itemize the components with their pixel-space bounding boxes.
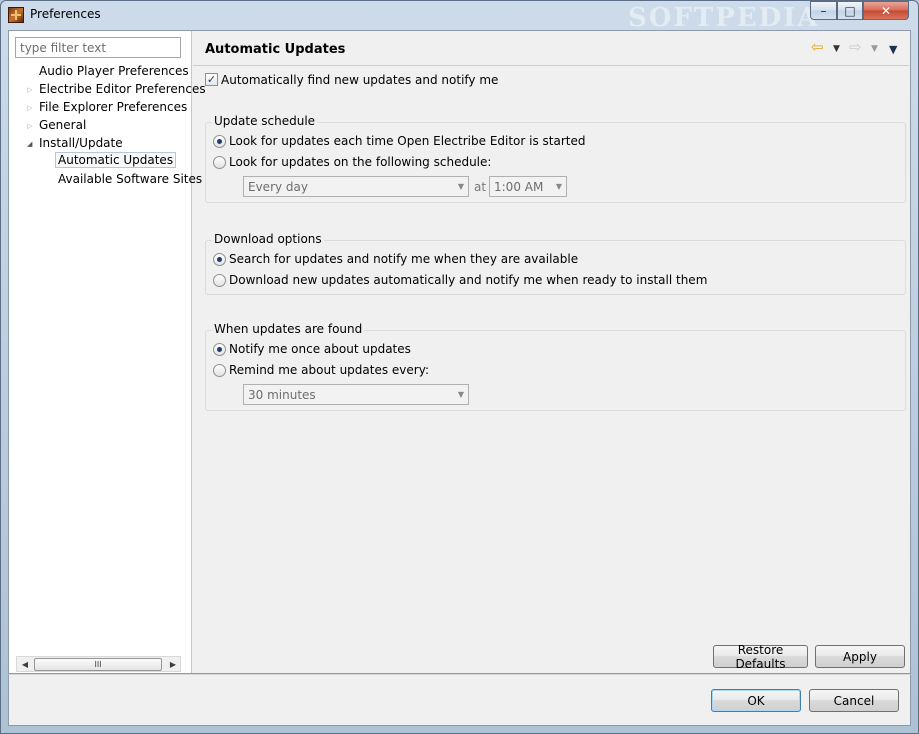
tree-item-electribe-editor[interactable]: Electribe Editor Preferences — [39, 82, 206, 96]
auto-find-checkbox[interactable]: ✓ — [205, 73, 218, 86]
update-schedule-title: Update schedule — [212, 114, 318, 128]
radio-selected-dot — [217, 347, 222, 352]
tree-item-audio-player[interactable]: Audio Player Preferences — [39, 64, 189, 78]
radio-notify-once[interactable] — [213, 343, 226, 356]
tree-item-label: File Explorer Preferences — [39, 100, 188, 114]
close-icon: ✕ — [880, 3, 892, 18]
watermark-logo: SOFTPEDIA — [628, 3, 820, 33]
title-bar[interactable]: Preferences SOFTPEDIA – □ ✕ — [0, 0, 919, 33]
minimize-button[interactable]: – — [810, 1, 837, 20]
tree-item-label: Automatic Updates — [58, 153, 174, 167]
radio-search-notify[interactable] — [213, 253, 226, 266]
remind-every-label[interactable]: Remind me about updates every: — [229, 363, 429, 377]
tree-item-label: Install/Update — [39, 136, 123, 150]
tree-item-label: Available Software Sites — [58, 172, 203, 186]
search-notify-label[interactable]: Search for updates and notify me when th… — [229, 252, 578, 266]
apply-button[interactable]: Apply — [815, 645, 905, 668]
tree-item-general[interactable]: General — [39, 118, 86, 132]
radio-on-startup[interactable] — [213, 135, 226, 148]
download-options-title: Download options — [212, 232, 324, 246]
maximize-icon: □ — [844, 3, 856, 18]
forward-arrow-icon[interactable]: ⇨ — [849, 40, 862, 55]
combo-value: Every day — [248, 179, 308, 194]
radio-on-schedule[interactable] — [213, 156, 226, 169]
filter-input[interactable] — [15, 37, 181, 58]
view-menu-icon[interactable]: ▼ — [889, 43, 897, 56]
tree-item-install-update[interactable]: Install/Update — [39, 136, 123, 150]
maximize-button[interactable]: □ — [837, 1, 863, 20]
tree-item-automatic-updates[interactable]: Automatic Updates — [55, 152, 177, 168]
back-history-dropdown-icon[interactable]: ▼ — [833, 44, 840, 54]
header-divider — [193, 65, 909, 66]
dropdown-arrow-icon: ▼ — [555, 182, 562, 191]
schedule-time-combo[interactable]: 1:00 AM ▼ — [489, 176, 567, 197]
scroll-left-icon[interactable]: ◀ — [18, 658, 32, 671]
ok-button[interactable]: OK — [711, 689, 801, 712]
restore-defaults-button[interactable]: Restore Defaults — [713, 643, 808, 671]
app-icon — [8, 7, 24, 23]
tree-item-label: Electribe Editor Preferences — [39, 82, 206, 96]
tree-item-label: Audio Player Preferences — [39, 64, 189, 78]
at-label: at — [474, 180, 487, 194]
combo-value: 1:00 AM — [494, 179, 544, 194]
dropdown-arrow-icon: ▼ — [457, 182, 464, 191]
collapse-icon[interactable]: ◢ — [27, 140, 32, 148]
notify-once-label[interactable]: Notify me once about updates — [229, 342, 411, 356]
schedule-day-combo[interactable]: Every day ▼ — [243, 176, 469, 197]
radio-download-auto[interactable] — [213, 274, 226, 287]
when-found-title: When updates are found — [212, 322, 365, 336]
window-title: Preferences — [30, 7, 101, 21]
radio-selected-dot — [217, 257, 222, 262]
tree-item-label: General — [39, 118, 87, 132]
minimize-icon: – — [820, 3, 827, 18]
tree-item-available-software-sites[interactable]: Available Software Sites — [58, 172, 202, 186]
dropdown-arrow-icon: ▼ — [457, 390, 464, 399]
remind-interval-combo[interactable]: 30 minutes ▼ — [243, 384, 469, 405]
back-arrow-icon[interactable]: ⇦ — [811, 40, 824, 55]
on-startup-label[interactable]: Look for updates each time Open Electrib… — [229, 134, 586, 148]
radio-selected-dot — [217, 139, 222, 144]
tree-horizontal-scrollbar[interactable]: ◀ III ▶ — [16, 656, 181, 672]
auto-find-label[interactable]: Automatically find new updates and notif… — [221, 73, 498, 87]
radio-remind-every[interactable] — [213, 364, 226, 377]
expand-icon[interactable]: ▷ — [27, 86, 32, 94]
checkmark-icon: ✓ — [206, 73, 217, 86]
expand-icon[interactable]: ▷ — [27, 122, 32, 130]
expand-icon[interactable]: ▷ — [27, 104, 32, 112]
combo-value: 30 minutes — [248, 387, 316, 402]
download-auto-label[interactable]: Download new updates automatically and n… — [229, 273, 707, 287]
page-title: Automatic Updates — [205, 42, 346, 57]
preferences-tree-panel — [9, 31, 192, 673]
close-button[interactable]: ✕ — [863, 1, 909, 20]
cancel-button[interactable]: Cancel — [809, 689, 899, 712]
tree-item-file-explorer[interactable]: File Explorer Preferences — [39, 100, 187, 114]
on-schedule-label[interactable]: Look for updates on the following schedu… — [229, 155, 491, 169]
scrollbar-thumb[interactable]: III — [34, 658, 162, 671]
scroll-right-icon[interactable]: ▶ — [166, 658, 180, 671]
forward-history-dropdown-icon[interactable]: ▼ — [871, 44, 878, 54]
